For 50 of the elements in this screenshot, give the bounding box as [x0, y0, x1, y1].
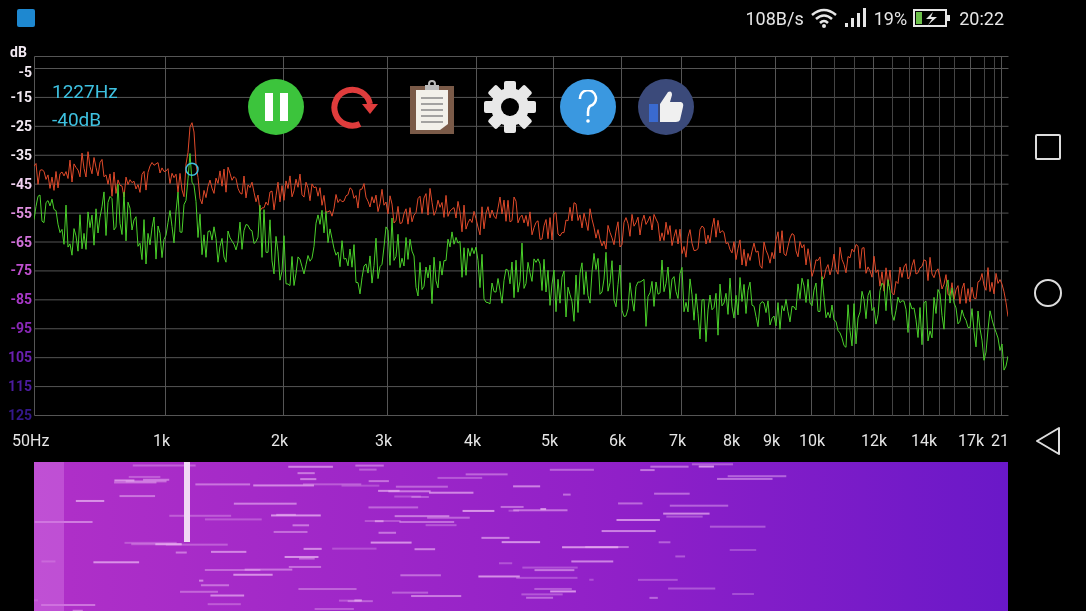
back-icon	[1035, 426, 1061, 456]
x-axis-label: 21	[991, 433, 1009, 449]
x-axis-label: 9k	[763, 433, 781, 449]
x-axis-label: 12k	[861, 433, 888, 449]
y-axis-unit: dB	[10, 45, 27, 59]
x-axis-label: 6k	[609, 433, 627, 449]
back-button[interactable]	[1034, 426, 1062, 456]
x-axis-label: 17k	[958, 433, 985, 449]
cursor-frequency: 1227Hz	[52, 82, 118, 101]
clock: 20:22	[959, 6, 1004, 31]
y-axis-label: -5	[17, 65, 32, 79]
y-axis-label: 115	[6, 379, 32, 394]
settings-icon	[483, 80, 537, 134]
y-axis-label: -65	[9, 234, 32, 249]
home-button[interactable]	[1034, 279, 1062, 307]
recent-apps-button[interactable]	[1035, 134, 1061, 160]
y-axis-label: -25	[9, 118, 32, 133]
x-axis-label: 5k	[541, 433, 559, 449]
x-axis-label: 10k	[799, 433, 826, 449]
x-axis-label: 7k	[669, 433, 687, 449]
y-axis-label: -45	[9, 176, 32, 191]
battery-percent: 19%	[873, 6, 908, 31]
help-button[interactable]	[560, 79, 616, 135]
y-axis-label: -15	[9, 89, 32, 104]
wifi-icon	[809, 8, 838, 28]
x-axis-label: 3k	[375, 433, 393, 449]
signal-icon	[843, 8, 868, 28]
y-axis-label: -85	[9, 292, 32, 307]
y-axis-label: 105	[6, 350, 32, 365]
y-axis-label: -75	[9, 263, 32, 278]
x-axis-label: 2k	[271, 433, 289, 449]
battery-charging-icon	[913, 8, 952, 28]
y-axis-label: -55	[9, 205, 32, 220]
cursor-level: -40dB	[52, 110, 102, 129]
question-mark-icon	[578, 90, 598, 124]
clipboard-icon	[410, 80, 454, 134]
network-speed: 108B/s	[745, 6, 804, 31]
x-axis-label: 14k	[911, 433, 938, 449]
y-axis-label: -35	[9, 147, 32, 162]
x-axis-label: 8k	[723, 433, 741, 449]
x-axis-label: 4k	[464, 433, 482, 449]
y-axis-label: 125	[6, 408, 32, 422]
pause-button[interactable]	[248, 79, 304, 135]
settings-button[interactable]	[482, 79, 538, 135]
x-axis-label: 1k	[153, 433, 171, 449]
like-button[interactable]	[638, 79, 694, 135]
y-axis-label: -95	[9, 321, 32, 336]
thumbs-up-icon	[648, 90, 684, 124]
x-axis-label: 50Hz	[12, 433, 50, 449]
cursor-marker	[185, 162, 199, 176]
